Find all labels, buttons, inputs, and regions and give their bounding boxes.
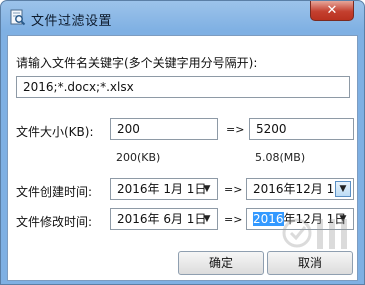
window-title: 文件过滤设置: [31, 14, 113, 29]
dropdown-arrow-icon[interactable]: ▼: [199, 211, 215, 227]
size-min-hint: 200(KB): [116, 151, 161, 164]
created-time-label: 文件创建时间:: [16, 185, 93, 199]
modified-from-picker[interactable]: 2016年 6月 1日 ▼: [110, 208, 218, 230]
created-from-picker[interactable]: 2016年 1月 1日 ▼: [110, 178, 218, 200]
dropdown-arrow-icon[interactable]: ▼: [199, 181, 215, 197]
created-to-value: 2016年12月 1日: [253, 182, 347, 196]
filter-window-icon: [10, 9, 26, 26]
file-size-label: 文件大小(KB):: [16, 125, 94, 139]
created-from-value: 2016年 1月 1日: [117, 182, 207, 196]
title-bar[interactable]: 文件过滤设置 ✕: [1, 1, 364, 35]
ok-button[interactable]: 确定: [178, 251, 264, 275]
filter-settings-dialog: 文件过滤设置 ✕ 请输入文件名关键字(多个关键字用分号隔开): 2016;*.d…: [0, 0, 365, 285]
size-min-input[interactable]: 200: [110, 118, 218, 140]
size-max-input[interactable]: 5200: [249, 118, 354, 140]
size-max-value: 5200: [256, 122, 287, 136]
watermark-logo-icon: [282, 218, 347, 249]
size-max-hint: 5.08(MB): [255, 151, 306, 164]
dropdown-arrow-icon[interactable]: ▼: [335, 181, 351, 197]
modified-from-value: 2016年 6月 1日: [117, 212, 207, 226]
created-to-picker[interactable]: 2016年12月 1日 ▼: [246, 178, 354, 200]
keyword-input[interactable]: 2016;*.docx;*.xlsx: [16, 76, 350, 98]
keyword-input-value: 2016;*.docx;*.xlsx: [23, 80, 134, 94]
close-icon: ✕: [326, 3, 338, 18]
modified-range-arrow: =>: [224, 213, 243, 226]
created-range-arrow: =>: [224, 183, 243, 196]
size-range-arrow: =>: [226, 123, 245, 136]
close-button[interactable]: ✕: [310, 1, 354, 21]
keyword-label: 请输入文件名关键字(多个关键字用分号隔开):: [16, 56, 258, 70]
modified-time-label: 文件修改时间:: [16, 215, 93, 229]
size-min-value: 200: [117, 122, 140, 136]
